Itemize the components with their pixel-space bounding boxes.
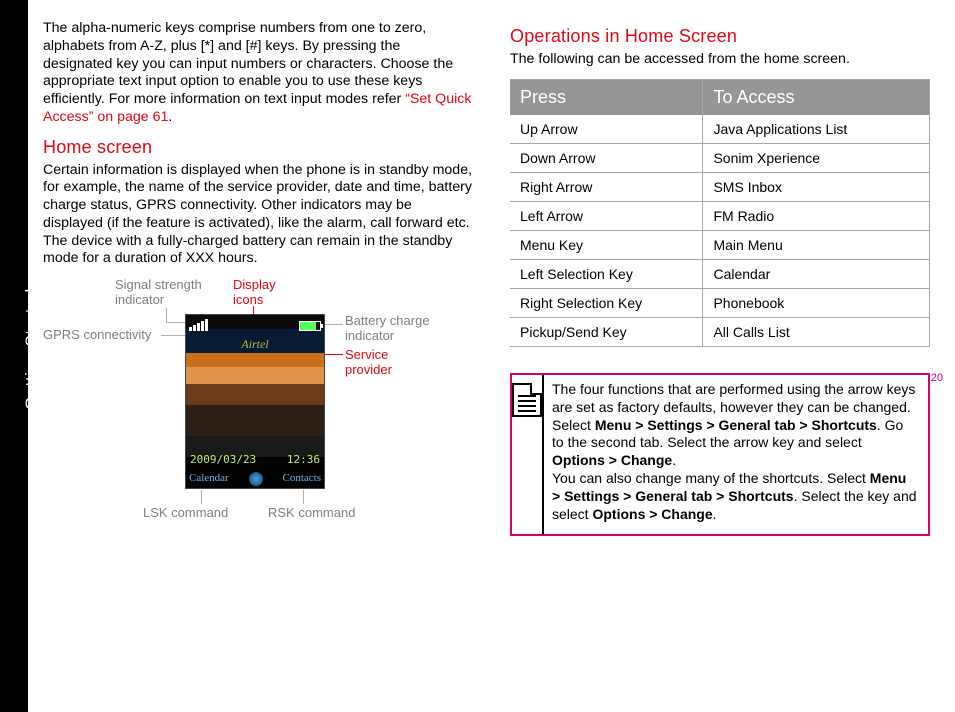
heading-operations: Operations in Home Screen [510, 26, 940, 47]
note-part: You can also change many of the shortcut… [552, 470, 870, 486]
intro-text: The alpha-numeric keys comprise numbers … [43, 20, 453, 107]
softkey-left: Calendar [189, 472, 229, 486]
cell-access: Phonebook [703, 288, 930, 317]
home-screen-diagram: Signal strength indicator Display icons … [43, 278, 473, 538]
softkey-right: Contacts [282, 472, 321, 486]
note-part: . [672, 452, 676, 468]
cell-access: Java Applications List [703, 115, 930, 144]
cell-press: Left Selection Key [510, 259, 703, 288]
right-column: Operations in Home Screen The following … [510, 20, 940, 536]
cell-access: SMS Inbox [703, 172, 930, 201]
note-icon [512, 383, 542, 417]
heading-home-screen: Home screen [43, 137, 473, 158]
cell-press: Down Arrow [510, 143, 703, 172]
table-row: Left ArrowFM Radio [510, 201, 930, 230]
th-access: To Access [703, 79, 930, 115]
cell-access: Sonim Xperience [703, 143, 930, 172]
signal-bars-icon [189, 319, 208, 331]
screen-date: 2009/03/23 [190, 453, 256, 466]
note-icon-cell [512, 375, 544, 534]
sidebar-tab: Getting Started [0, 0, 28, 712]
section-label: Getting Started [22, 288, 42, 410]
phone-screen-illustration: Airtel 2009/03/23 12:36 Calendar Contact… [185, 314, 325, 489]
intro-paragraph: The alpha-numeric keys comprise numbers … [43, 20, 473, 127]
table-row: Right ArrowSMS Inbox [510, 172, 930, 201]
operations-intro: The following can be accessed from the h… [510, 51, 940, 69]
label-service-provider: Service provider [345, 348, 435, 378]
softkey-center-icon [249, 472, 263, 486]
note-bold: Options > Change [552, 452, 672, 468]
cell-press: Menu Key [510, 230, 703, 259]
cell-press: Left Arrow [510, 201, 703, 230]
battery-icon [299, 321, 321, 331]
screen-time: 12:36 [287, 453, 320, 466]
left-column: The alpha-numeric keys comprise numbers … [43, 20, 473, 538]
note-text: The four functions that are performed us… [544, 375, 928, 534]
cell-access: All Calls List [703, 317, 930, 346]
intro-after: . [168, 109, 172, 125]
table-row: Menu KeyMain Menu [510, 230, 930, 259]
note-bold: Options > Change [592, 506, 712, 522]
label-lsk: LSK command [143, 506, 228, 521]
provider-text: Airtel [186, 337, 324, 352]
cell-press: Right Arrow [510, 172, 703, 201]
label-display-icons: Display icons [233, 278, 303, 308]
home-screen-paragraph: Certain information is displayed when th… [43, 162, 473, 269]
cell-access: Main Menu [703, 230, 930, 259]
table-row: Up ArrowJava Applications List [510, 115, 930, 144]
label-gprs: GPRS connectivity [43, 328, 151, 343]
note-bold: Menu > Settings > General tab > Shortcut… [595, 417, 877, 433]
table-row: Left Selection KeyCalendar [510, 259, 930, 288]
cell-access: FM Radio [703, 201, 930, 230]
label-rsk: RSK command [268, 506, 355, 521]
note-box: The four functions that are performed us… [510, 373, 930, 536]
label-signal-strength: Signal strength indicator [115, 278, 225, 308]
access-table: Press To Access Up ArrowJava Application… [510, 79, 930, 347]
cell-press: Right Selection Key [510, 288, 703, 317]
table-row: Down ArrowSonim Xperience [510, 143, 930, 172]
cell-press: Pickup/Send Key [510, 317, 703, 346]
cell-press: Up Arrow [510, 115, 703, 144]
label-battery: Battery charge indicator [345, 314, 455, 344]
cell-access: Calendar [703, 259, 930, 288]
note-part: . [713, 506, 717, 522]
table-row: Right Selection KeyPhonebook [510, 288, 930, 317]
th-press: Press [510, 79, 703, 115]
table-row: Pickup/Send KeyAll Calls List [510, 317, 930, 346]
